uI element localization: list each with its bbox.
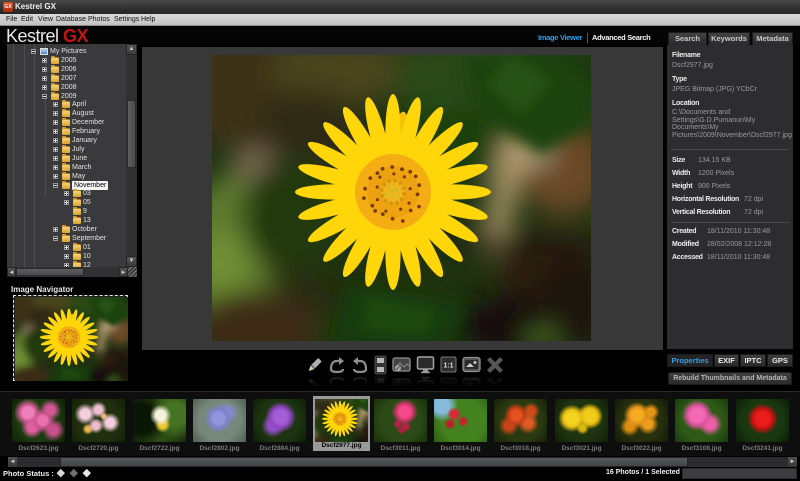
svg-text:1:1: 1:1 <box>443 363 453 370</box>
